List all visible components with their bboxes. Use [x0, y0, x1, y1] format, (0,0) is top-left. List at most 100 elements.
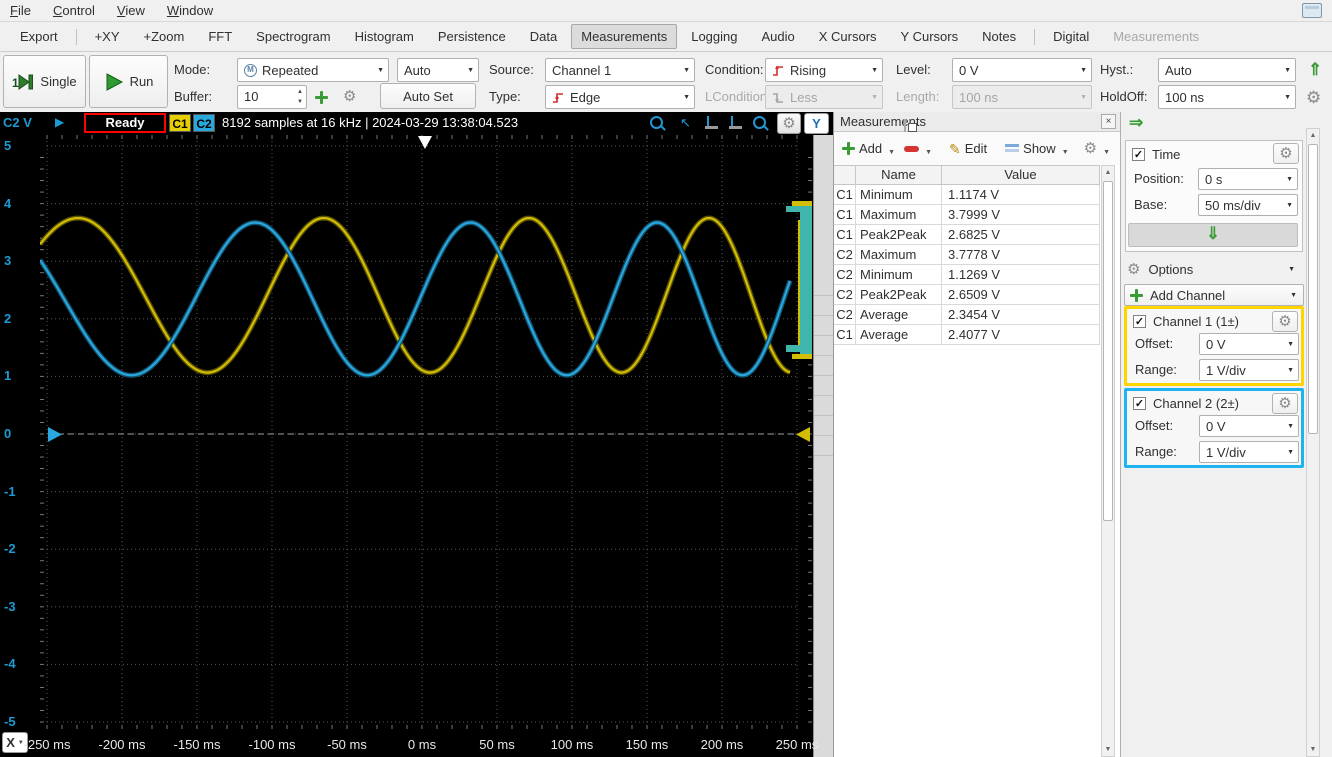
minus-icon — [904, 145, 920, 152]
channel2-range-select[interactable]: 1 V/div ▼ — [1199, 441, 1299, 463]
zoom-out-icon[interactable] — [753, 116, 766, 132]
menu-control[interactable]: Control — [53, 3, 95, 18]
single-button[interactable]: 1 Single — [3, 55, 86, 108]
y-axis-button[interactable]: Y — [804, 113, 829, 134]
collapse-panel-arrow-icon[interactable]: ⇒ — [1129, 114, 1143, 131]
type-select[interactable]: Edge ▼ — [545, 85, 695, 109]
add-buffer-icon[interactable] — [315, 91, 328, 104]
measurement-row[interactable]: C1 Maximum 3.7999 V — [834, 205, 1100, 225]
menu-window[interactable]: Window — [167, 3, 213, 18]
vertical-axis-channel-label[interactable]: C2 V — [3, 115, 32, 130]
channel2-offset-select[interactable]: 0 V ▼ — [1199, 415, 1299, 437]
tab-measurements[interactable]: Measurements — [571, 24, 678, 49]
zoom-in-icon[interactable] — [650, 116, 663, 132]
level-up-arrow-icon[interactable]: ⇑ — [1308, 61, 1322, 78]
plot-gear-button[interactable]: ⚙ — [777, 113, 801, 134]
level-select[interactable]: 0 V ▼ — [952, 58, 1092, 82]
measurement-row[interactable]: C2 Peak2Peak 2.6509 V — [834, 285, 1100, 305]
tab-histogram[interactable]: Histogram — [345, 24, 424, 49]
base-select[interactable]: 50 ms/div ▼ — [1198, 194, 1298, 216]
tab-notes[interactable]: Notes — [972, 24, 1026, 49]
time-gear-button[interactable]: ⚙ — [1273, 143, 1299, 164]
add-channel-button[interactable]: Add Channel ▼ — [1124, 284, 1304, 306]
channel1-checkbox[interactable]: ✓ — [1133, 314, 1146, 328]
menu-bar: File Control View Window — [0, 0, 1332, 22]
chevron-down-icon[interactable]: ▼ — [1062, 149, 1069, 156]
tab-fft[interactable]: FFT — [198, 24, 242, 49]
hysteresis-select[interactable]: Auto ▼ — [1158, 58, 1296, 82]
waveform-plot[interactable] — [40, 135, 812, 730]
pointer-mode-icon[interactable]: ↖ — [680, 116, 691, 129]
channel2-checkbox[interactable]: ✓ — [1133, 396, 1146, 410]
menu-file[interactable]: File — [10, 3, 31, 18]
measurement-row[interactable]: C2 Maximum 3.7778 V — [834, 245, 1100, 265]
options-row[interactable]: ⚙ Options ▼ — [1127, 258, 1303, 280]
scroll-down-icon[interactable]: ▼ — [1307, 743, 1319, 756]
tab-logging[interactable]: Logging — [681, 24, 747, 49]
measurement-row[interactable]: C1 Minimum 1.1174 V — [834, 185, 1100, 205]
tab-export[interactable]: Export — [10, 24, 68, 49]
condition-select[interactable]: Rising ▼ — [765, 58, 883, 82]
tab-xy[interactable]: +XY — [85, 24, 130, 49]
float-panel-icon[interactable] — [903, 119, 906, 132]
sidebar-scrollbar[interactable]: ▲ ▼ — [1306, 128, 1320, 757]
run-button[interactable]: Run — [89, 55, 168, 108]
measurement-row[interactable]: C2 Average 2.3454 V — [834, 305, 1100, 325]
time-checkbox[interactable]: ✓ — [1132, 147, 1145, 161]
edit-measurement-button[interactable]: ✎ Edit — [945, 138, 991, 159]
measurement-row[interactable]: C2 Minimum 1.1269 V — [834, 265, 1100, 285]
channel1-range-select[interactable]: 1 V/div ▼ — [1199, 359, 1299, 381]
tab-digital[interactable]: Digital — [1043, 24, 1099, 49]
tab-y-cursors[interactable]: Y Cursors — [891, 24, 969, 49]
trigger-gear-icon[interactable]: ⚙ — [1306, 89, 1321, 106]
time-label: Time — [1152, 146, 1181, 162]
chevron-down-icon[interactable]: ▼ — [925, 149, 932, 156]
tab-audio[interactable]: Audio — [752, 24, 805, 49]
add-measurement-button[interactable]: Add — [838, 138, 886, 159]
channel2-badge[interactable]: C2 — [193, 114, 215, 132]
tab-persistence[interactable]: Persistence — [428, 24, 516, 49]
scrollbar-thumb[interactable] — [1103, 181, 1113, 521]
chevron-down-icon: ▼ — [467, 66, 474, 74]
chevron-down-icon[interactable]: ▼ — [888, 149, 895, 156]
mode-select[interactable]: M Repeated ▼ — [237, 58, 389, 82]
measurements-scrollbar[interactable]: ▲ ▼ — [1101, 165, 1115, 757]
scroll-up-icon[interactable]: ▲ — [1307, 129, 1319, 142]
buffer-spinbox[interactable]: 10 ▲ ▼ — [237, 85, 307, 109]
spin-arrows-icon[interactable]: ▲ ▼ — [297, 87, 303, 107]
position-select[interactable]: 0 s ▼ — [1198, 168, 1298, 190]
plot-right-gutter — [813, 135, 833, 757]
scrollbar-thumb[interactable] — [1308, 144, 1318, 434]
source-select[interactable]: Channel 1 ▼ — [545, 58, 695, 82]
channel1-offset-select[interactable]: 0 V ▼ — [1199, 333, 1299, 355]
tab-data[interactable]: Data — [520, 24, 567, 49]
y-cursor-icon[interactable] — [729, 116, 743, 133]
tab-zoom[interactable]: +Zoom — [134, 24, 195, 49]
tab-x-cursors[interactable]: X Cursors — [809, 24, 887, 49]
auto-set-button[interactable]: Auto Set — [380, 83, 476, 109]
workspace-window-icon[interactable] — [1302, 3, 1322, 18]
channel1-badge[interactable]: C1 — [169, 114, 191, 132]
measurement-row[interactable]: C1 Average 2.4077 V — [834, 325, 1100, 345]
holdoff-select[interactable]: 100 ns ▼ — [1158, 85, 1296, 109]
buffer-gear-icon[interactable]: ⚙ — [343, 89, 356, 104]
expand-arrow-icon[interactable]: ▶ — [55, 115, 64, 129]
measurements-title-bar[interactable]: Measurements × — [834, 112, 1120, 132]
tab-spectrogram[interactable]: Spectrogram — [246, 24, 340, 49]
measurements-gear-button[interactable]: ⚙ — [1080, 138, 1101, 159]
time-expand-button[interactable]: ⇓ — [1128, 223, 1298, 247]
trigger-auto-value: Auto — [404, 62, 431, 78]
close-panel-icon[interactable]: × — [1101, 114, 1116, 129]
channel2-gear-button[interactable]: ⚙ — [1272, 393, 1298, 414]
chevron-down-icon[interactable]: ▼ — [1103, 149, 1110, 156]
type-value: Edge — [570, 89, 601, 105]
x-cursor-icon[interactable] — [705, 116, 719, 133]
scroll-down-icon[interactable]: ▼ — [1102, 743, 1114, 756]
menu-view[interactable]: View — [117, 3, 145, 18]
show-measurement-button[interactable]: Show — [1001, 138, 1060, 159]
remove-measurement-button[interactable] — [900, 143, 923, 155]
scroll-up-icon[interactable]: ▲ — [1102, 166, 1114, 179]
trigger-auto-select[interactable]: Auto ▼ — [397, 58, 479, 82]
measurement-row[interactable]: C1 Peak2Peak 2.6825 V — [834, 225, 1100, 245]
channel1-gear-button[interactable]: ⚙ — [1272, 311, 1298, 332]
